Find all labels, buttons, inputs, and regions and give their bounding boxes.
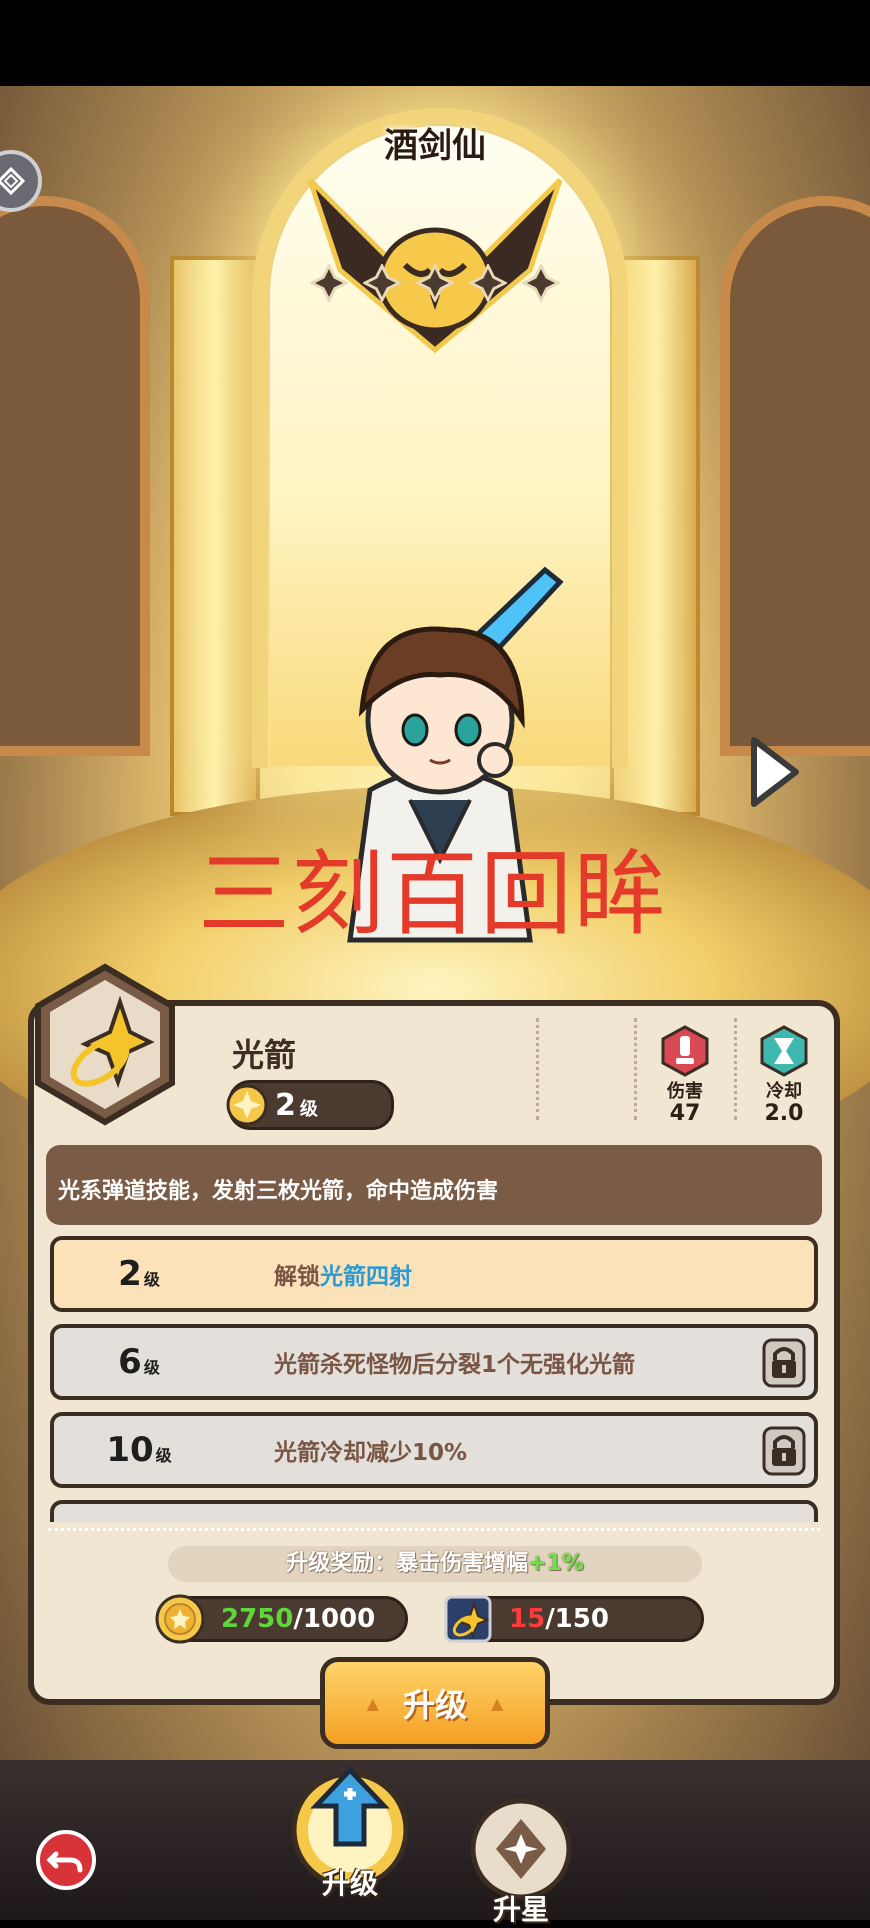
- reward-bonus: +1%: [528, 1551, 584, 1576]
- skill-level-badge: 2 级: [226, 1080, 394, 1130]
- scroll-have: 15: [509, 1604, 546, 1634]
- tab-star-up[interactable]: 升星: [466, 1794, 576, 1928]
- upgrade-effect: 解锁光箭四射: [274, 1264, 412, 1290]
- upgrade-level: 2级: [118, 1254, 160, 1294]
- star-rating: [310, 264, 560, 302]
- stat-divider: [634, 1018, 637, 1120]
- cooldown-value: 2.0: [764, 1101, 804, 1126]
- upgrade-effect: 光箭冷却减少10%: [274, 1440, 468, 1466]
- next-hero-arrow-icon[interactable]: [744, 732, 804, 812]
- skill-level-unit: 级: [299, 1099, 318, 1120]
- damage-stat: 伤害 47: [650, 1024, 720, 1126]
- scroll-cost: 15/150: [444, 1595, 704, 1643]
- lock-icon: [762, 1426, 806, 1476]
- list-divider: [48, 1528, 820, 1531]
- empty-star-icon: [522, 264, 560, 302]
- diamond-arrows-icon: [0, 166, 26, 196]
- upgrade-button-label: 升级: [402, 1686, 467, 1724]
- tab-upgrade[interactable]: 升级: [280, 1760, 420, 1902]
- back-icon[interactable]: [34, 1828, 98, 1892]
- coin-need: /1000: [293, 1604, 376, 1634]
- upgrade-reward: 升级奖励：暴击伤害增幅+1%: [168, 1546, 702, 1582]
- watermark-text: 三刻百回眸: [198, 841, 669, 948]
- skill-scroll-icon: [444, 1595, 492, 1643]
- upgrade-list[interactable]: 2级 解锁光箭四射 6级 光箭杀死怪物后分裂1个无强化光箭 10 级 光箭冷却减少…: [50, 1236, 818, 1522]
- light-arrow-skill-icon: [35, 963, 175, 1126]
- upgrade-effect: 光箭杀死怪物后分裂1个无强化光箭: [274, 1352, 636, 1378]
- stat-divider: [734, 1018, 737, 1120]
- level-star-coin-icon: [226, 1084, 268, 1126]
- upgrade-row-unlocked: 2级 解锁光箭四射: [50, 1236, 818, 1312]
- reward-label: 升级奖励：暴击伤害增幅: [286, 1551, 529, 1576]
- empty-star-icon: [363, 264, 401, 302]
- upgrade-button[interactable]: ▲ 升级 ▲: [320, 1657, 550, 1749]
- bottom-nav: [0, 1760, 870, 1920]
- empty-star-icon: [310, 264, 348, 302]
- chevron-up-icon: ▲: [366, 1693, 379, 1713]
- left-pillar: [170, 256, 260, 816]
- cooldown-stat: 冷却 2.0: [749, 1024, 819, 1126]
- right-arch: [720, 196, 870, 756]
- upgrade-row-locked: 10 级 光箭冷却减少10%: [50, 1412, 818, 1488]
- damage-label: 伤害: [667, 1081, 703, 1102]
- hero-name: 酒剑仙: [384, 126, 486, 166]
- upgrade-row-partial: [50, 1500, 818, 1522]
- chevron-up-icon: ▲: [491, 1693, 504, 1713]
- coin-have: 2750: [221, 1604, 294, 1634]
- lock-icon: [762, 1338, 806, 1388]
- damage-value: 47: [669, 1101, 701, 1126]
- upgrade-highlight: 光箭四射: [320, 1264, 412, 1290]
- upgrade-row-locked: 6级 光箭杀死怪物后分裂1个无强化光箭: [50, 1324, 818, 1400]
- stat-divider: [536, 1018, 539, 1120]
- left-arch: [0, 196, 150, 756]
- gold-coin-icon: [155, 1594, 205, 1644]
- scroll-need: /150: [545, 1604, 609, 1634]
- skill-name: 光箭: [232, 1036, 297, 1074]
- cooldown-label: 冷却: [766, 1081, 802, 1102]
- upgrade-level: 10 级: [106, 1430, 172, 1470]
- upgrade-level: 6级: [118, 1342, 160, 1382]
- coin-cost: 2750/1000: [155, 1594, 408, 1644]
- cooldown-icon: [760, 1025, 808, 1077]
- empty-star-icon: [469, 264, 507, 302]
- empty-star-icon: [416, 264, 454, 302]
- skill-description: 光系弹道技能，发射三枚光箭，命中造成伤害: [46, 1145, 822, 1225]
- damage-icon: [661, 1025, 709, 1077]
- skill-level-number: 2: [275, 1087, 296, 1123]
